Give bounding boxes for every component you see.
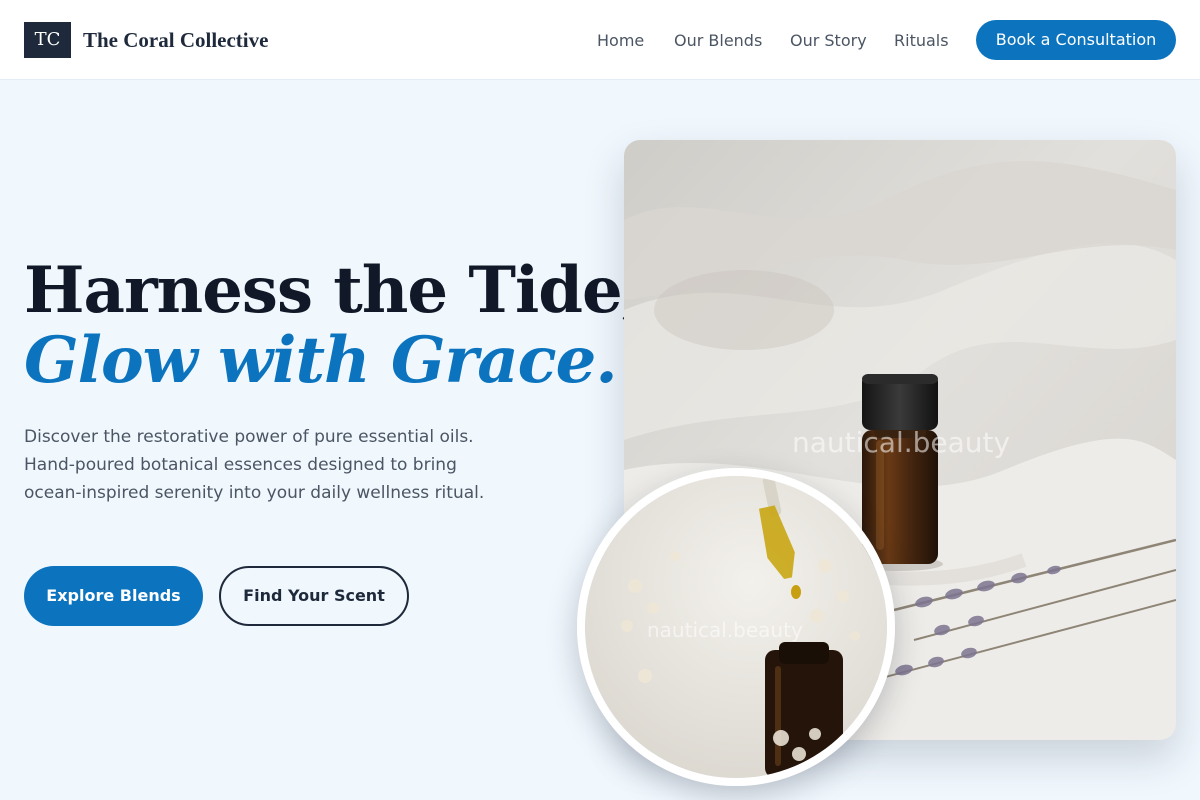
headline-line-2: Glow with Grace. — [24, 323, 618, 398]
site-header: TC The Coral Collective Home Our Blends … — [0, 0, 1200, 80]
nav-link-home[interactable]: Home — [597, 31, 644, 50]
main-photo-watermark: nautical.beauty — [792, 426, 1011, 459]
explore-blends-button[interactable]: Explore Blends — [24, 566, 203, 626]
nav-link-our-blends[interactable]: Our Blends — [674, 31, 762, 50]
inset-photo-dropper: nautical.beauty — [577, 468, 895, 786]
logo-mark[interactable]: TC — [24, 22, 71, 58]
inset-photo-watermark: nautical.beauty — [647, 618, 803, 642]
find-your-scent-button[interactable]: Find Your Scent — [219, 566, 409, 626]
headline-line-1: Harness the Tide, — [24, 253, 644, 328]
brand-name[interactable]: The Coral Collective — [83, 28, 268, 53]
nav-link-our-story[interactable]: Our Story — [790, 31, 867, 50]
nav-link-rituals[interactable]: Rituals — [894, 31, 949, 50]
book-consultation-button[interactable]: Book a Consultation — [976, 20, 1176, 60]
hero-description: Discover the restorative power of pure e… — [24, 427, 485, 503]
